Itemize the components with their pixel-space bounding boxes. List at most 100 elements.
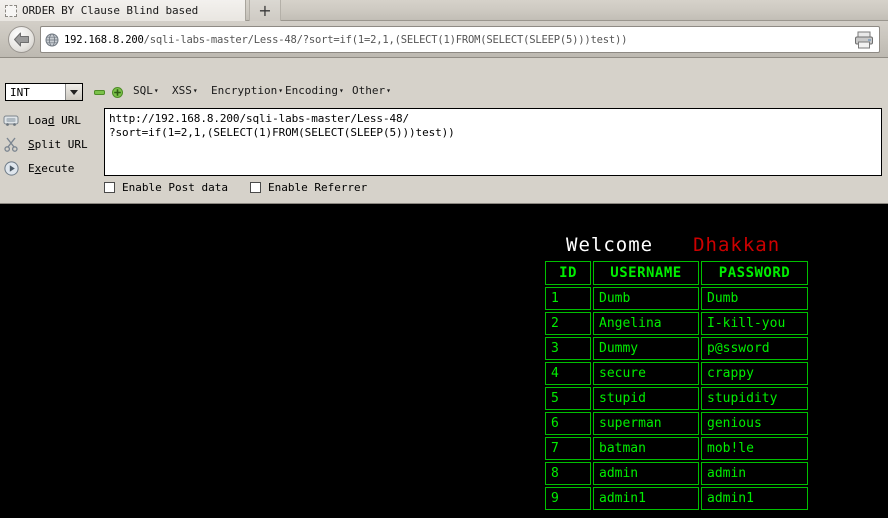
table-row: 1 Dumb Dumb (545, 287, 808, 310)
minus-icon[interactable] (94, 87, 105, 98)
cell-id: 9 (545, 487, 591, 510)
menu-encryption[interactable]: Encryption▾ (211, 84, 283, 97)
cell-password: admin1 (701, 487, 808, 510)
welcome-heading: Welcome Dhakkan (566, 234, 780, 256)
cell-id: 4 (545, 362, 591, 385)
table-header-row: ID USERNAME PASSWORD (545, 261, 808, 285)
dump-table: ID USERNAME PASSWORD 1 Dumb Dumb 2 Angelina I… (543, 259, 810, 512)
execute-button[interactable]: Execute (0, 156, 100, 180)
cell-password: Dumb (701, 287, 808, 310)
menu-encoding-label: Encoding (285, 84, 338, 97)
enable-post-data-label: Enable Post data (122, 181, 228, 194)
execute-icon (0, 160, 22, 176)
cell-password: stupidity (701, 387, 808, 410)
tab-strip: ORDER BY Clause Blind based + (0, 0, 888, 21)
cell-password: crappy (701, 362, 808, 385)
welcome-text: Welcome (566, 234, 654, 256)
cell-password: I-kill-you (701, 312, 808, 335)
cell-id: 2 (545, 312, 591, 335)
chevron-down-icon: ▾ (192, 86, 198, 95)
hackbar-options-row: Enable Post data Enable Referrer (104, 181, 389, 194)
cell-id: 6 (545, 412, 591, 435)
menu-xss[interactable]: XSS▾ (172, 84, 198, 97)
browser-tab[interactable]: ORDER BY Clause Blind based (0, 0, 246, 21)
cell-username: Angelina (593, 312, 699, 335)
chevron-down-icon: ▾ (153, 86, 159, 95)
new-tab-button[interactable]: + (249, 0, 281, 21)
table-row: 8 admin admin (545, 462, 808, 485)
browser-window: ORDER BY Clause Blind based + 192.168.8.… (0, 0, 888, 518)
type-select-value: INT (10, 85, 30, 99)
brand-text: Dhakkan (693, 234, 781, 256)
cell-password: p@ssword (701, 337, 808, 360)
chevron-down-icon: ▾ (338, 86, 344, 95)
split-url-icon (0, 137, 22, 152)
chevron-down-icon: ▾ (386, 86, 391, 95)
table-row: 6 superman genious (545, 412, 808, 435)
split-url-button[interactable]: Split URL (0, 132, 100, 156)
request-line: ?sort=if(1=2,1,(SELECT(1)FROM(SELECT(SLE… (109, 126, 455, 139)
split-url-label: Split URL (28, 137, 88, 151)
chevron-down-icon: ▾ (278, 86, 284, 95)
cell-username: Dumb (593, 287, 699, 310)
hackbar-actions: Load URL Split URL Execute (0, 108, 100, 180)
back-arrow-icon[interactable] (8, 26, 35, 53)
table-row: 7 batman mob!le (545, 437, 808, 460)
menu-other-label: Other (352, 84, 386, 97)
enable-post-data-checkbox[interactable] (104, 182, 115, 193)
menu-other[interactable]: Other▾ (352, 84, 391, 97)
load-url-button[interactable]: Load URL (0, 108, 100, 132)
cell-id: 7 (545, 437, 591, 460)
hackbar-menu-row: INT SQL▾ XSS▾ Encryption▾ Encoding▾ Othe… (0, 83, 888, 105)
cell-username: admin1 (593, 487, 699, 510)
enable-referrer-checkbox[interactable] (249, 182, 261, 193)
table-row: 4 secure crappy (545, 362, 808, 385)
cell-id: 5 (545, 387, 591, 410)
table-row: 9 admin1 admin1 (545, 487, 808, 510)
menu-sql[interactable]: SQL▾ (133, 84, 159, 97)
type-select[interactable]: INT (5, 83, 83, 101)
url-text: 192.168.8.200/sqli-labs-master/Less-48/?… (64, 34, 627, 46)
url-host: 192.168.8.200 (64, 33, 144, 46)
cell-id: 3 (545, 337, 591, 360)
chevron-down-icon[interactable] (65, 84, 82, 100)
load-url-label: Load URL (28, 113, 81, 127)
column-header-password: PASSWORD (701, 261, 808, 285)
blank-favicon-icon (5, 4, 17, 17)
cell-username: admin (593, 462, 699, 485)
cell-password: genious (701, 412, 808, 435)
load-url-icon (0, 113, 22, 127)
cell-username: secure (593, 362, 699, 385)
cell-password: admin (701, 462, 808, 485)
menu-xss-label: XSS (172, 84, 192, 97)
enable-post-data-option[interactable]: Enable Post data (104, 181, 228, 194)
globe-icon (45, 33, 59, 46)
url-bar[interactable]: 192.168.8.200/sqli-labs-master/Less-48/?… (40, 26, 880, 53)
cell-username: Dummy (593, 337, 699, 360)
cell-username: superman (593, 412, 699, 435)
menu-encryption-label: Encryption (211, 84, 278, 97)
dump-table-body: 1 Dumb Dumb 2 Angelina I-kill-you 3 Dummy p@sswo… (545, 287, 808, 510)
cell-password: mob!le (701, 437, 808, 460)
menu-encoding[interactable]: Encoding▾ (285, 84, 344, 97)
dump-table-head: ID USERNAME PASSWORD (545, 261, 808, 285)
column-header-id: ID (545, 261, 591, 285)
navigation-toolbar: 192.168.8.200/sqli-labs-master/Less-48/?… (0, 21, 888, 58)
column-header-username: USERNAME (593, 261, 699, 285)
execute-label: Execute (28, 161, 75, 175)
menu-sql-label: SQL (133, 84, 153, 97)
cell-username: stupid (593, 387, 699, 410)
back-arrow-glyph (14, 32, 29, 47)
table-row: 5 stupid stupidity (545, 387, 808, 410)
plus-icon[interactable] (112, 87, 123, 98)
request-textarea[interactable]: http://192.168.8.200/sqli-labs-master/Le… (104, 108, 882, 176)
cell-id: 8 (545, 462, 591, 485)
url-path: /sqli-labs-master/Less-48/?sort=if(1=2,1… (143, 33, 628, 46)
cell-username: batman (593, 437, 699, 460)
printer-icon[interactable] (854, 31, 874, 49)
request-line: http://192.168.8.200/sqli-labs-master/Le… (109, 112, 410, 125)
table-row: 3 Dummy p@ssword (545, 337, 808, 360)
enable-referrer-option[interactable]: Enable Referrer (249, 181, 368, 194)
enable-referrer-label: Enable Referrer (267, 181, 368, 194)
cell-id: 1 (545, 287, 591, 310)
